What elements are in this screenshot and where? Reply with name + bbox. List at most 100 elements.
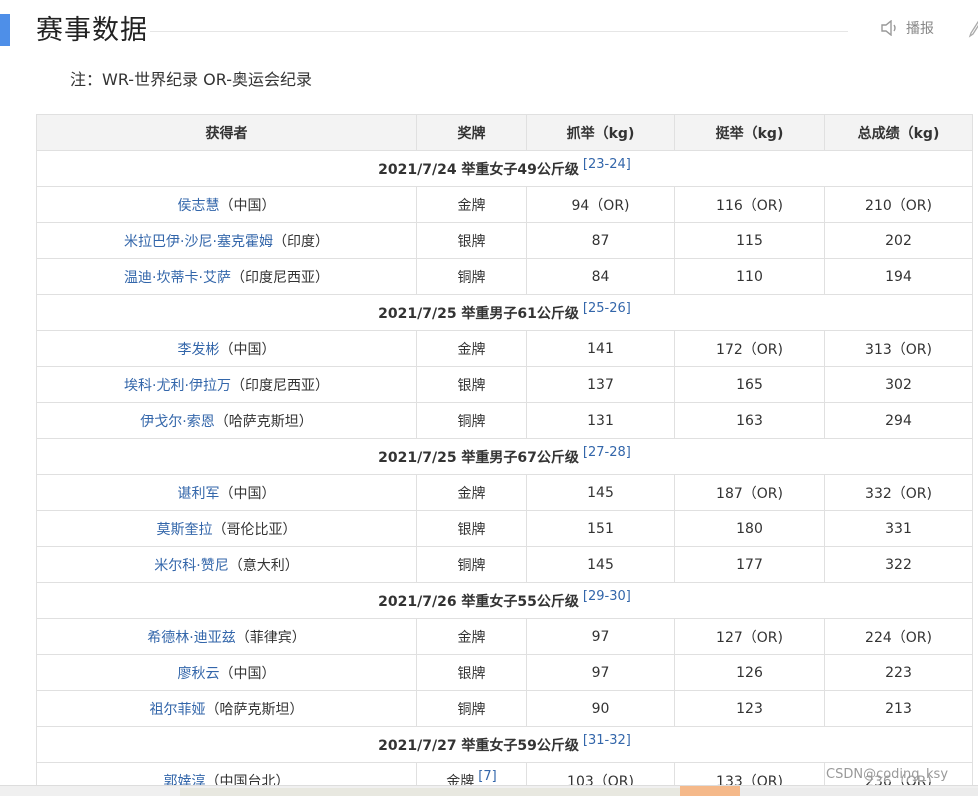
- clean-jerk-cell: 126: [674, 654, 825, 691]
- winner-cell: 伊戈尔·索恩（哈萨克斯坦）: [36, 402, 417, 439]
- country-label: （哈萨克斯坦）: [214, 413, 313, 430]
- winner-cell: 祖尔菲娅（哈萨克斯坦）: [36, 690, 417, 727]
- bottom-strip: [0, 785, 978, 796]
- country-label: （印度）: [272, 233, 329, 250]
- event-cell: 2021/7/25 举重男子61公斤级 [25-26]: [36, 294, 973, 331]
- section-accent-bar: [0, 14, 10, 46]
- medal-label: 金牌: [457, 197, 486, 214]
- snatch-cell: 131: [526, 402, 675, 439]
- athlete-link[interactable]: 温迪·坎蒂卡·艾萨: [124, 270, 231, 286]
- reference-link[interactable]: [31-32]: [583, 733, 631, 748]
- table-row: 伊戈尔·索恩（哈萨克斯坦） 铜牌 131 163 294: [36, 402, 973, 439]
- reference-link[interactable]: [23-24]: [583, 157, 631, 172]
- snatch-cell: 145: [526, 546, 675, 583]
- medal-cell: 金牌: [416, 330, 527, 367]
- medal-cell: 金牌: [416, 186, 527, 223]
- athlete-link[interactable]: 廖秋云: [178, 666, 220, 682]
- athlete-link[interactable]: 侯志慧: [178, 198, 220, 214]
- medal-label: 金牌: [457, 629, 486, 646]
- snatch-cell: 90: [526, 690, 675, 727]
- total-cell: 313（OR): [824, 330, 973, 367]
- medal-label: 银牌: [457, 665, 486, 682]
- total-cell: 194: [824, 258, 973, 295]
- table-row: 莫斯奎拉（哥伦比亚） 银牌 151 180 331: [36, 510, 973, 547]
- medal-label: 金牌: [457, 341, 486, 358]
- winner-cell: 埃科·尤利·伊拉万（印度尼西亚）: [36, 366, 417, 403]
- medal-cell: 金牌: [416, 618, 527, 655]
- country-label: （中国）: [219, 665, 276, 682]
- winner-cell: 莫斯奎拉（哥伦比亚）: [36, 510, 417, 547]
- total-cell: 210（OR): [824, 186, 973, 223]
- winner-cell: 温迪·坎蒂卡·艾萨（印度尼西亚）: [36, 258, 417, 295]
- table-row: 米尔科·赞尼（意大利） 铜牌 145 177 322: [36, 546, 973, 583]
- athlete-link[interactable]: 埃科·尤利·伊拉万: [124, 378, 231, 394]
- clean-jerk-cell: 177: [674, 546, 825, 583]
- speaker-icon: [880, 20, 900, 36]
- athlete-link[interactable]: 祖尔菲娅: [150, 702, 206, 718]
- reference-link[interactable]: [29-30]: [583, 589, 631, 604]
- athlete-link[interactable]: 米尔科·赞尼: [154, 558, 228, 574]
- country-label: （哈萨克斯坦）: [205, 701, 304, 718]
- record-note: 注：WR-世界纪录 OR-奥运会纪录: [70, 70, 312, 89]
- event-row: 2021/7/27 举重女子59公斤级 [31-32]: [36, 726, 973, 763]
- total-cell: 223: [824, 654, 973, 691]
- winner-cell: 李发彬（中国）: [36, 330, 417, 367]
- winner-cell: 廖秋云（中国）: [36, 654, 417, 691]
- bottom-strip-segment: [180, 788, 680, 796]
- snatch-cell: 141: [526, 330, 675, 367]
- medal-cell: 银牌: [416, 222, 527, 259]
- event-title: 2021/7/25 举重男子61公斤级: [378, 305, 579, 322]
- reference-link[interactable]: [25-26]: [583, 301, 631, 316]
- total-cell: 302: [824, 366, 973, 403]
- snatch-cell: 145: [526, 474, 675, 511]
- reference-link[interactable]: [7]: [478, 769, 496, 784]
- clean-jerk-cell: 187（OR): [674, 474, 825, 511]
- athlete-link[interactable]: 谌利军: [178, 486, 220, 502]
- bottom-strip-segment: [680, 786, 740, 796]
- athlete-link[interactable]: 伊戈尔·索恩: [140, 414, 214, 430]
- medal-label: 铜牌: [457, 413, 486, 430]
- snatch-cell: 97: [526, 618, 675, 655]
- medal-table-body: 2021/7/24 举重女子49公斤级 [23-24] 侯志慧（中国） 金牌 94（OR…: [36, 150, 973, 796]
- winner-cell: 米尔科·赞尼（意大利）: [36, 546, 417, 583]
- watermark: CSDN@coding_ksy: [826, 767, 949, 782]
- column-header-winner: 获得者: [36, 114, 417, 151]
- country-label: （中国）: [219, 485, 276, 502]
- clean-jerk-cell: 163: [674, 402, 825, 439]
- athlete-link[interactable]: 米拉巴伊·沙尼·塞克霍姆: [124, 234, 273, 250]
- event-title: 2021/7/26 举重女子55公斤级: [378, 593, 579, 610]
- medal-label: 铜牌: [457, 269, 486, 286]
- event-title: 2021/7/25 举重男子67公斤级: [378, 449, 579, 466]
- event-row: 2021/7/25 举重男子67公斤级 [27-28]: [36, 438, 973, 475]
- total-cell: 331: [824, 510, 973, 547]
- event-title: 2021/7/27 举重女子59公斤级: [378, 737, 579, 754]
- column-header-medal: 奖牌: [416, 114, 527, 151]
- athlete-link[interactable]: 李发彬: [178, 342, 220, 358]
- section-title: 赛事数据: [36, 15, 148, 46]
- total-cell: 332（OR): [824, 474, 973, 511]
- table-row: 米拉巴伊·沙尼·塞克霍姆（印度） 银牌 87 115 202: [36, 222, 973, 259]
- country-label: （菲律宾）: [235, 629, 306, 646]
- medal-label: 金牌: [457, 485, 486, 502]
- report-button[interactable]: 播报: [880, 18, 934, 38]
- clean-jerk-cell: 180: [674, 510, 825, 547]
- total-cell: 294: [824, 402, 973, 439]
- table-row: 祖尔菲娅（哈萨克斯坦） 铜牌 90 123 213: [36, 690, 973, 727]
- clean-jerk-cell: 123: [674, 690, 825, 727]
- medal-cell: 铜牌: [416, 546, 527, 583]
- reference-link[interactable]: [27-28]: [583, 445, 631, 460]
- country-label: （哥伦比亚）: [212, 521, 297, 538]
- clean-jerk-cell: 116（OR): [674, 186, 825, 223]
- event-title: 2021/7/24 举重女子49公斤级: [378, 161, 579, 178]
- column-header-snatch: 抓举（kg): [526, 114, 675, 151]
- athlete-link[interactable]: 莫斯奎拉: [157, 522, 213, 538]
- medal-cell: 银牌: [416, 654, 527, 691]
- event-cell: 2021/7/26 举重女子55公斤级 [29-30]: [36, 582, 973, 619]
- winner-cell: 侯志慧（中国）: [36, 186, 417, 223]
- table-header-row: 获得者 奖牌 抓举（kg) 挺举（kg) 总成绩（kg): [36, 114, 973, 151]
- medal-label: 银牌: [457, 521, 486, 538]
- event-row: 2021/7/24 举重女子49公斤级 [23-24]: [36, 150, 973, 187]
- pencil-icon[interactable]: [967, 20, 978, 42]
- report-label: 播报: [906, 21, 934, 37]
- athlete-link[interactable]: 希德林·迪亚兹: [147, 630, 235, 646]
